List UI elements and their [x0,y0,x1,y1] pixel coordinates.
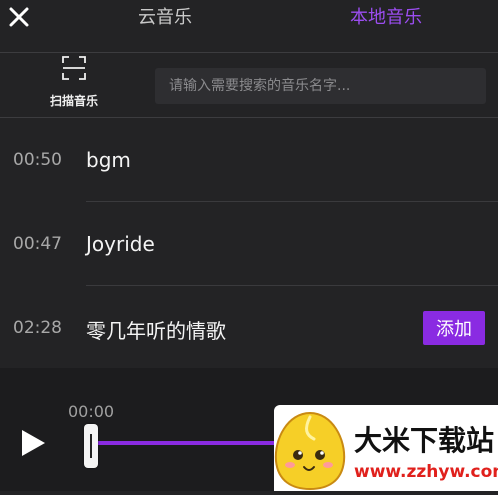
song-duration: 02:28 [13,318,62,338]
song-duration: 00:50 [13,150,62,170]
song-name: Joyride [86,232,155,256]
song-row[interactable]: 00:47 Joyride [0,202,498,286]
song-name: 零几年听的情歌 [86,319,226,343]
play-icon[interactable] [18,428,48,458]
rice-mascot-icon [274,411,346,491]
song-row[interactable]: 00:50 bgm [0,118,498,202]
scan-music-label: 扫描音乐 [49,94,98,108]
scan-icon [62,56,86,80]
close-icon[interactable] [8,6,30,28]
tab-cloud-music[interactable]: 云音乐 [138,6,192,30]
watermark-logo-image: 大米下载站 www.zzhyw.com [274,411,498,491]
song-name: bgm [86,148,131,172]
search-input[interactable] [155,68,486,104]
scan-music-button[interactable]: 扫描音乐 [40,56,108,110]
tab-local-music[interactable]: 本地音乐 [350,6,422,30]
watermark-title: 大米下载站 [354,424,494,457]
current-time: 00:00 [68,402,115,421]
watermark-url: www.zzhyw.com [354,462,498,482]
progress-thumb[interactable] [84,424,98,468]
add-song-button[interactable]: 添加 [423,311,485,345]
progress-track[interactable] [90,441,280,445]
watermark-logo: 大米下载站 www.zzhyw.com [274,405,498,491]
header-divider [0,52,498,53]
song-duration: 00:47 [13,234,62,254]
